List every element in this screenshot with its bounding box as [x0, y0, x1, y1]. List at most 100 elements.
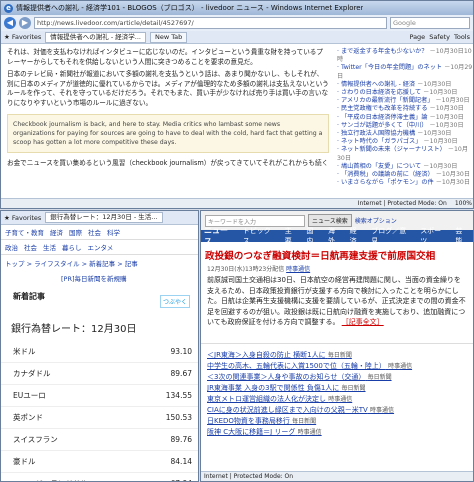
- currency-name: EUユーロ: [13, 391, 46, 400]
- related-article-link[interactable]: Twitter「今日の年金問題」のネット: [341, 64, 442, 71]
- related-news-title[interactable]: JR東海事業 入身の3駅で関係性 負傷1人に: [207, 384, 339, 392]
- page-menu[interactable]: Page: [409, 33, 425, 41]
- bl-favorites-button[interactable]: ★ Favorites: [4, 214, 41, 222]
- search-option-link[interactable]: 検索オプション: [355, 216, 397, 225]
- category-link[interactable]: 科学: [107, 227, 120, 237]
- category-link[interactable]: 国際: [69, 227, 82, 237]
- related-article-item[interactable]: · Twitter「今日の年金問題」のネット －10月29日: [337, 64, 473, 80]
- news-nav-tab[interactable]: ブログ／意見: [367, 226, 416, 246]
- related-news-link[interactable]: JR東海事業 入身の3駅で関係性 負傷1人に 毎日新聞: [207, 383, 467, 394]
- related-article-date: －10月30日: [423, 89, 458, 97]
- related-article-link[interactable]: さわりの日本経済を応援して: [341, 89, 421, 96]
- related-news-link[interactable]: 阪神 C大阪に移籍＝J リーグ 時事通信: [207, 427, 467, 438]
- related-news-link[interactable]: 日KEDO物資を事務局移行 毎日新聞: [207, 416, 467, 427]
- news-nav-tab[interactable]: 主要: [281, 226, 303, 246]
- related-article-item[interactable]: · 情報提供者への謝礼 - 経済 －10月30日: [337, 81, 473, 89]
- related-article-link[interactable]: いまさらながら「ポケモン」の件: [341, 179, 434, 186]
- related-news-link[interactable]: 東京メトロ運営組織の法人化が決定し 時事通信: [207, 394, 467, 405]
- related-article-item[interactable]: · 独立行政法人国際協力機構 －10月30日: [337, 130, 473, 138]
- related-article-link[interactable]: 「平成の日本経済停滞主義」論: [341, 114, 428, 121]
- related-article-link[interactable]: ネット時代の「ガラパゴス」: [341, 138, 422, 145]
- news-nav-tab[interactable]: 芸能: [451, 226, 473, 246]
- title-bar: e 情報提供者への謝礼 - 経済学101 - BLOGOS（ブロゴス） - li…: [1, 1, 473, 15]
- safety-menu[interactable]: Safety: [429, 33, 450, 41]
- tweet-button[interactable]: つぶやく: [159, 295, 190, 308]
- search-input[interactable]: Google: [390, 17, 470, 29]
- quote-text: Checkbook journalism is back, and here t…: [13, 121, 323, 146]
- category-link[interactable]: 子育て・教育: [5, 227, 44, 237]
- related-article-item[interactable]: · 「平成の日本経済停滞主義」論 －10月30日: [337, 114, 473, 122]
- bl-tab-current[interactable]: 銀行為替レート：12月30日 - 生活...: [45, 212, 163, 223]
- article-paragraph-2: 日本のテレビ局・新聞社が報道において多額の謝礼を支払うという話は、あまり聞かない…: [7, 70, 329, 107]
- related-article-item[interactable]: · いまさらながら「ポケモン」の件 －10月30日: [337, 179, 473, 187]
- related-news-link[interactable]: 中学生の高木、五輪代表に入賞1500で位（五輪・陸上） 時事通信: [207, 361, 467, 372]
- news-nav-tab[interactable]: スポーツ: [416, 226, 451, 246]
- bottom-left-window: ★ Favorites 銀行為替レート：12月30日 - 生活... 子育て・教…: [0, 210, 199, 482]
- related-article-item[interactable]: · 民主党政権でも改革を持続する －10月30日: [337, 105, 473, 113]
- tools-menu[interactable]: Tools: [454, 33, 470, 41]
- back-icon[interactable]: ◀: [4, 17, 16, 29]
- related-news-link[interactable]: ＜JR東海＞入身自殺の防止 横断1人に 毎日新聞: [207, 350, 467, 361]
- category-link[interactable]: 生活: [43, 242, 56, 252]
- brand-logo[interactable]: ニュース: [204, 225, 239, 247]
- rate-row: 米ドル 93.10: [1, 341, 198, 363]
- related-news-title[interactable]: 日KEDO物資を事務局移行: [207, 417, 290, 425]
- related-news-source: 時事通信: [370, 407, 395, 414]
- more-link[interactable]: ［記事全文］: [342, 318, 384, 326]
- status-bar: Internet | Protected Mode: On 100%: [1, 198, 473, 208]
- quote-box: Checkbook journalism is back, and here t…: [7, 114, 329, 153]
- related-article-date: －10月30日: [423, 162, 458, 170]
- window-title: 情報提供者への謝礼 - 経済学101 - BLOGOS（ブロゴス） - live…: [16, 4, 364, 12]
- pr-link[interactable]: [PR]毎日新聞を新規購: [1, 271, 198, 285]
- category-link[interactable]: 政治: [5, 242, 18, 252]
- related-article-date: －10月30日: [435, 179, 471, 187]
- related-news-title[interactable]: 阪神 C大阪に移籍＝J リーグ: [207, 428, 295, 436]
- related-news-title[interactable]: ＜JR東海＞入身自殺の防止 横断1人に: [207, 351, 326, 359]
- tab-row: ★ Favorites 情報提供者への謝礼 - 経済学... New Tab P…: [1, 31, 473, 44]
- related-article-link[interactable]: 民主党政権でも改革を持続する: [341, 105, 428, 112]
- category-link[interactable]: 経済: [50, 227, 63, 237]
- related-news-title[interactable]: ＜3次の関連事業＞人身や事故のお知らせ（交通）: [207, 373, 365, 381]
- address-bar[interactable]: http://news.livedoor.com/article/detail/…: [34, 17, 387, 29]
- related-news-title[interactable]: CIAに身の状況前進し緑区まで入向けの父親－米TV: [207, 406, 368, 414]
- status-text: Internet | Protected Mode: On: [357, 200, 447, 207]
- related-news-title[interactable]: 中学生の高木、五輪代表に入賞1500で位（五輪・陸上）: [207, 362, 386, 370]
- news-nav-tab[interactable]: 海外: [324, 226, 346, 246]
- related-article-link[interactable]: 「消費税」の議論の前に（経済）: [341, 171, 434, 178]
- related-news-link[interactable]: ＜3次の関連事業＞人身や事故のお知らせ（交通） 毎日新聞: [207, 372, 467, 383]
- bl-tab-row: ★ Favorites 銀行為替レート：12月30日 - 生活...: [1, 211, 198, 225]
- tab-current[interactable]: 情報提供者への謝礼 - 経済学...: [45, 31, 146, 43]
- related-article-date: －10月30日: [417, 80, 452, 88]
- tab-new[interactable]: New Tab: [149, 31, 188, 43]
- related-article-item[interactable]: · さわりの日本経済を応援して －10月30日: [337, 89, 473, 97]
- related-article-item[interactable]: · 鳩山首相の「友愛」について －10月30日: [337, 163, 473, 171]
- related-article-link[interactable]: まで返金する年金も少ないか？: [341, 48, 428, 55]
- related-article-link[interactable]: アメリカの最新流行「新聞記者」: [341, 97, 434, 104]
- news-nav-tab[interactable]: トピックス: [239, 226, 281, 246]
- forward-icon[interactable]: ▶: [19, 17, 31, 29]
- related-article-item[interactable]: · ネット新聞の未来（ジャーナリスト） －10月30日: [337, 146, 473, 162]
- related-article-item[interactable]: · サンゴが話題が多くて（中川） －10月30日: [337, 122, 473, 130]
- related-article-date: －10月30日: [417, 130, 452, 138]
- zoom-level[interactable]: 100%: [455, 199, 472, 208]
- category-link[interactable]: 社会: [24, 242, 37, 252]
- favorites-button[interactable]: ★ Favorites: [4, 33, 41, 41]
- category-link[interactable]: 社会: [88, 227, 101, 237]
- news-nav-tab[interactable]: 国内: [302, 226, 324, 246]
- related-article-link[interactable]: ネット新聞の未来（ジャーナリスト）: [341, 146, 446, 153]
- related-news-link[interactable]: CIAに身の状況前進し緑区まで入向けの父親－米TV 時事通信: [207, 405, 467, 416]
- dateline-source[interactable]: 時事通信: [286, 266, 310, 273]
- related-article-link[interactable]: サンゴが話題が多くて（中川）: [341, 122, 427, 129]
- related-article-link[interactable]: 独立行政法人国際協力機構: [341, 130, 415, 137]
- rate-value: 89.67: [170, 369, 192, 378]
- dateline-time: 12月30日(水)13時23分配信: [207, 266, 285, 273]
- related-article-link[interactable]: 鳩山首相の「友愛」について: [341, 163, 421, 170]
- br-nav-bar: ニュース トピックス 主要 国内 海外 経済 ブログ／意見 スポーツ 芸能: [201, 226, 473, 246]
- currency-name: 豪ドル: [13, 457, 36, 466]
- news-nav-tab[interactable]: 経済: [346, 226, 368, 246]
- related-article-link[interactable]: 情報提供者への謝礼 - 経済: [341, 81, 415, 88]
- related-news-title[interactable]: 東京メトロ運営組織の法人化が決定し: [207, 395, 326, 403]
- related-article-item[interactable]: · まで返金する年金も少ないか？ －10月30日10時: [337, 48, 473, 64]
- category-link[interactable]: エンタメ: [88, 242, 114, 252]
- category-link[interactable]: 暮らし: [62, 242, 82, 252]
